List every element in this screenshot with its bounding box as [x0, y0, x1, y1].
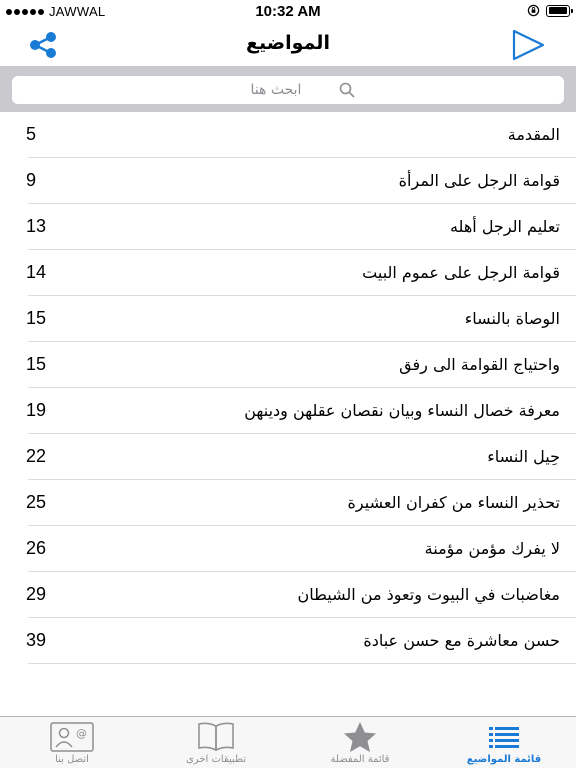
search-bar: [0, 66, 576, 112]
tab-label: اتصل بنا: [55, 754, 89, 765]
topic-title: قوامة الرجل على المرأة: [398, 171, 560, 190]
topic-title: قوامة الرجل على عموم البيت: [362, 263, 560, 282]
list-item[interactable]: تعليم الرجل أهله 13: [0, 204, 576, 250]
navigation-bar: المواضيع: [0, 24, 576, 66]
topic-page-number: 15: [26, 308, 47, 328]
list-item[interactable]: قوامة الرجل على عموم البيت 14: [0, 250, 576, 296]
topic-page-number: 9: [26, 170, 37, 190]
topic-page-number: 25: [26, 492, 47, 512]
contact-card-icon: @: [50, 722, 94, 752]
topic-page-number: 39: [26, 630, 47, 650]
topic-page-number: 13: [26, 216, 47, 236]
battery-icon: [546, 4, 573, 17]
topics-list: المقدمة 5 قوامة الرجل على المرأة 9 تعليم ا…: [0, 112, 576, 664]
tab-favorites[interactable]: قائمة المفضلة: [288, 717, 432, 768]
list-item[interactable]: مغاضبات في البيوت وتعوذ من الشيطان 29: [0, 572, 576, 618]
topic-page-number: 22: [26, 446, 47, 466]
topic-title: حِيل النساء: [487, 447, 560, 466]
svg-text:@: @: [76, 727, 87, 740]
list-item[interactable]: واحتياج القوامة الى رفق 15: [0, 342, 576, 388]
list-item[interactable]: حِيل النساء 22: [0, 434, 576, 480]
status-time: 10:32 AM: [255, 3, 321, 20]
search-input[interactable]: [221, 82, 331, 98]
list-item[interactable]: الوصاة بالنساء 15: [0, 296, 576, 342]
tab-label: تطبيقات اخرى: [185, 754, 247, 765]
tab-bar: @ اتصل بنا تطبيقات اخرى قائمة المفضلة قا…: [0, 716, 576, 768]
page-title: المواضيع: [246, 32, 330, 54]
status-right: [527, 4, 573, 17]
tab-other-apps[interactable]: تطبيقات اخرى: [144, 717, 288, 768]
topic-title: تحذير النساء من كفران العشيرة: [347, 493, 560, 512]
list-item[interactable]: معرفة خصال النساء وبيان نقصان عقلهن ودين…: [0, 388, 576, 434]
topic-title: الوصاة بالنساء: [464, 309, 560, 328]
status-bar: JAWWAL 10:32 AM: [0, 0, 576, 24]
list-item[interactable]: المقدمة 5: [0, 112, 576, 158]
topic-page-number: 19: [26, 400, 47, 420]
list-item[interactable]: حسن معاشرة مع حسن عبادة 39: [0, 618, 576, 664]
list-item[interactable]: تحذير النساء من كفران العشيرة 25: [0, 480, 576, 526]
topic-page-number: 29: [26, 584, 47, 604]
topic-page-number: 5: [26, 124, 37, 144]
topic-page-number: 14: [26, 262, 47, 282]
topic-title: لا يفرك مؤمن مؤمنة: [424, 539, 560, 558]
topic-page-number: 15: [26, 354, 47, 374]
topic-title: معرفة خصال النساء وبيان نقصان عقلهن ودين…: [244, 401, 560, 420]
topic-page-number: 26: [26, 538, 47, 558]
tab-label: قائمة المواضيع: [466, 754, 542, 765]
tab-label: قائمة المفضلة: [330, 754, 390, 765]
topic-title: واحتياج القوامة الى رفق: [399, 355, 560, 374]
topic-title: تعليم الرجل أهله: [449, 217, 560, 236]
list-item[interactable]: لا يفرك مؤمن مؤمنة 26: [0, 526, 576, 572]
star-icon: [344, 722, 376, 752]
list-icon: [489, 727, 519, 748]
search-icon: [339, 82, 355, 98]
book-icon: [198, 722, 234, 752]
topic-title: مغاضبات في البيوت وتعوذ من الشيطان: [297, 585, 560, 604]
search-box[interactable]: [12, 76, 564, 104]
topic-title: حسن معاشرة مع حسن عبادة: [363, 631, 560, 650]
play-button[interactable]: [510, 28, 546, 62]
tab-contact-us[interactable]: @ اتصل بنا: [0, 717, 144, 768]
play-icon: [512, 29, 545, 61]
rotation-lock-icon: [527, 4, 540, 17]
topic-title: المقدمة: [507, 125, 560, 144]
tab-topics-list[interactable]: قائمة المواضيع: [432, 717, 576, 768]
list-item[interactable]: قوامة الرجل على المرأة 9: [0, 158, 576, 204]
